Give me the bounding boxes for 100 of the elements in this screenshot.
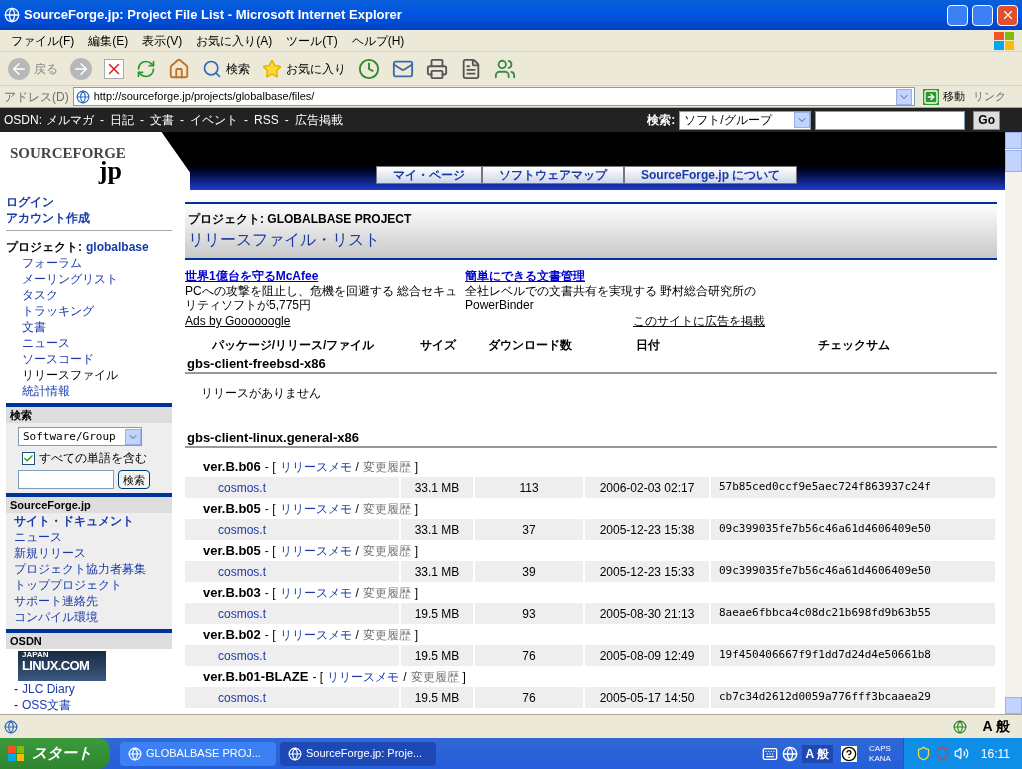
taskbar-button[interactable]: GLOBALBASE PROJ... bbox=[120, 741, 276, 766]
file-link[interactable]: cosmos.t bbox=[185, 561, 401, 582]
ad-link[interactable]: 簡単にできる文書管理 bbox=[465, 268, 761, 284]
release-notes-link[interactable]: リリースメモ bbox=[279, 499, 352, 518]
search-type-select[interactable]: Software/Group bbox=[18, 427, 142, 446]
menu-item[interactable]: ヘルプ(H) bbox=[344, 31, 412, 50]
language-icon[interactable] bbox=[781, 745, 798, 762]
forward-icon[interactable] bbox=[70, 57, 92, 80]
home-icon[interactable] bbox=[168, 57, 190, 80]
release-notes-link[interactable]: リリースメモ bbox=[279, 583, 352, 602]
start-button[interactable]: スタート bbox=[0, 738, 110, 769]
separator-text: - bbox=[99, 112, 105, 129]
project-menu-item[interactable]: 統計情報 bbox=[22, 383, 172, 399]
ads-by-link[interactable]: Ads by Goooooogle bbox=[185, 314, 465, 328]
file-link[interactable]: cosmos.t bbox=[185, 687, 401, 708]
site-link[interactable]: プロジェクト協力者募集 bbox=[6, 561, 172, 577]
ime-indicator[interactable]: A 般 bbox=[801, 744, 834, 763]
scrollbar[interactable] bbox=[1005, 132, 1022, 714]
linux-banner[interactable]: JAPAN LINUX.COM bbox=[18, 651, 106, 681]
advertise-link[interactable]: このサイトに広告を掲載 bbox=[465, 314, 765, 328]
refresh-icon[interactable] bbox=[136, 58, 156, 79]
project-menu-item[interactable]: ソースコード bbox=[22, 351, 172, 367]
volume-icon[interactable] bbox=[953, 746, 969, 761]
history-icon[interactable] bbox=[358, 57, 380, 80]
punctuation-text: - [ bbox=[264, 500, 276, 518]
changelog-link[interactable]: 変更履歴 bbox=[362, 457, 411, 476]
print-icon[interactable] bbox=[426, 57, 448, 80]
osdn-link[interactable]: 文書 bbox=[150, 111, 174, 129]
address-field[interactable]: http://sourceforge.jp/projects/globalbase/files/ bbox=[72, 87, 915, 106]
project-menu-item[interactable]: トラッキング bbox=[22, 303, 172, 319]
nav-tab[interactable]: ソフトウェアマップ bbox=[482, 166, 624, 184]
site-link[interactable]: コンパイル環境 bbox=[6, 609, 172, 625]
release-notes-link[interactable]: リリースメモ bbox=[279, 625, 352, 644]
maximize-button[interactable] bbox=[972, 4, 993, 26]
project-menu-item[interactable]: メーリングリスト bbox=[22, 271, 172, 287]
downloads-cell: 39 bbox=[475, 561, 585, 582]
taskbar-button[interactable]: SourceForge.jp: Proje... bbox=[280, 741, 436, 766]
release-notes-link[interactable]: リリースメモ bbox=[327, 667, 400, 686]
menu-item[interactable]: ファイル(F) bbox=[4, 31, 82, 50]
go-button[interactable]: 移動 bbox=[919, 88, 969, 105]
links-label[interactable]: リンク bbox=[973, 88, 1018, 105]
osdn-sidebar-link[interactable]: JLC Diary bbox=[22, 681, 75, 697]
site-link[interactable]: サポート連絡先 bbox=[6, 593, 172, 609]
help-icon[interactable] bbox=[841, 745, 858, 762]
changelog-link[interactable]: 変更履歴 bbox=[410, 667, 459, 686]
changelog-link[interactable]: 変更履歴 bbox=[362, 541, 411, 560]
osdn-sidebar-link[interactable]: OSS文書 bbox=[22, 697, 72, 713]
project-menu-item[interactable]: リリースファイル bbox=[22, 367, 172, 383]
file-link[interactable]: cosmos.t bbox=[185, 477, 401, 498]
dropdown-button[interactable] bbox=[125, 428, 141, 445]
checkbox[interactable] bbox=[22, 451, 35, 465]
size-cell: 33.1 MB bbox=[401, 561, 475, 582]
site-link[interactable]: サイト・ドキュメント bbox=[6, 513, 172, 529]
stop-icon[interactable] bbox=[104, 58, 124, 79]
menu-item[interactable]: ツール(T) bbox=[279, 31, 345, 50]
keyboard-icon[interactable] bbox=[761, 745, 778, 762]
search-button[interactable]: 検索 bbox=[202, 58, 250, 79]
osdn-link[interactable]: メルマガ bbox=[42, 111, 94, 129]
file-link[interactable]: cosmos.t bbox=[185, 519, 401, 540]
nav-tab[interactable]: SourceForge.jp について bbox=[624, 166, 798, 184]
project-name-link[interactable]: globalbase bbox=[86, 239, 149, 255]
minimize-button[interactable] bbox=[947, 4, 968, 26]
size-cell: 33.1 MB bbox=[401, 519, 475, 540]
site-link[interactable]: トッププロジェクト bbox=[6, 577, 172, 593]
ad-link[interactable]: 世界1億台を守るMcAfee bbox=[185, 268, 461, 284]
file-link[interactable]: cosmos.t bbox=[185, 603, 401, 624]
osdn-link[interactable]: イベント bbox=[190, 111, 238, 129]
changelog-link[interactable]: 変更履歴 bbox=[362, 583, 411, 602]
changelog-link[interactable]: 変更履歴 bbox=[362, 499, 411, 518]
menu-item[interactable]: 表示(V) bbox=[135, 31, 190, 50]
site-link[interactable]: ニュース bbox=[6, 529, 172, 545]
osdn-link[interactable]: RSS bbox=[254, 111, 279, 129]
project-menu-item[interactable]: タスク bbox=[22, 287, 172, 303]
favorites-button[interactable]: お気に入り bbox=[262, 58, 346, 79]
dropdown-button[interactable] bbox=[896, 88, 912, 105]
release-notes-link[interactable]: リリースメモ bbox=[279, 457, 352, 476]
project-menu-item[interactable]: フォーラム bbox=[22, 255, 172, 271]
menu-item[interactable]: お気に入り(A) bbox=[189, 31, 280, 50]
shield-icon[interactable] bbox=[915, 746, 931, 761]
dropdown-button[interactable] bbox=[794, 112, 811, 128]
project-menu-item[interactable]: ニュース bbox=[22, 335, 172, 351]
menu-item[interactable]: 編集(E) bbox=[81, 31, 136, 50]
file-link[interactable]: cosmos.t bbox=[185, 645, 401, 666]
go-search-button[interactable]: Go bbox=[973, 110, 1000, 130]
release-notes-link[interactable]: リリースメモ bbox=[279, 541, 352, 560]
search-category-select[interactable]: ソフト/グループ bbox=[679, 110, 812, 130]
close-button[interactable] bbox=[997, 4, 1018, 26]
project-menu-item[interactable]: 文書 bbox=[22, 319, 172, 335]
nav-tab[interactable]: マイ・ページ bbox=[376, 166, 482, 184]
keyword-input[interactable] bbox=[18, 470, 114, 489]
account-link[interactable]: ログイン bbox=[6, 194, 172, 210]
search-input[interactable] bbox=[815, 110, 966, 130]
changelog-link[interactable]: 変更履歴 bbox=[362, 625, 411, 644]
checksum-cell: 57b85ced0ccf9e5aec724f863937c24f bbox=[711, 477, 997, 498]
osdn-link[interactable]: 広告掲載 bbox=[294, 111, 343, 129]
separator-text: - bbox=[179, 112, 185, 129]
site-link[interactable]: 新規リリース bbox=[6, 545, 172, 561]
osdn-link[interactable]: 日記 bbox=[110, 111, 134, 129]
account-link[interactable]: アカウント作成 bbox=[6, 210, 172, 226]
search-submit-button[interactable]: 検索 bbox=[118, 470, 150, 489]
